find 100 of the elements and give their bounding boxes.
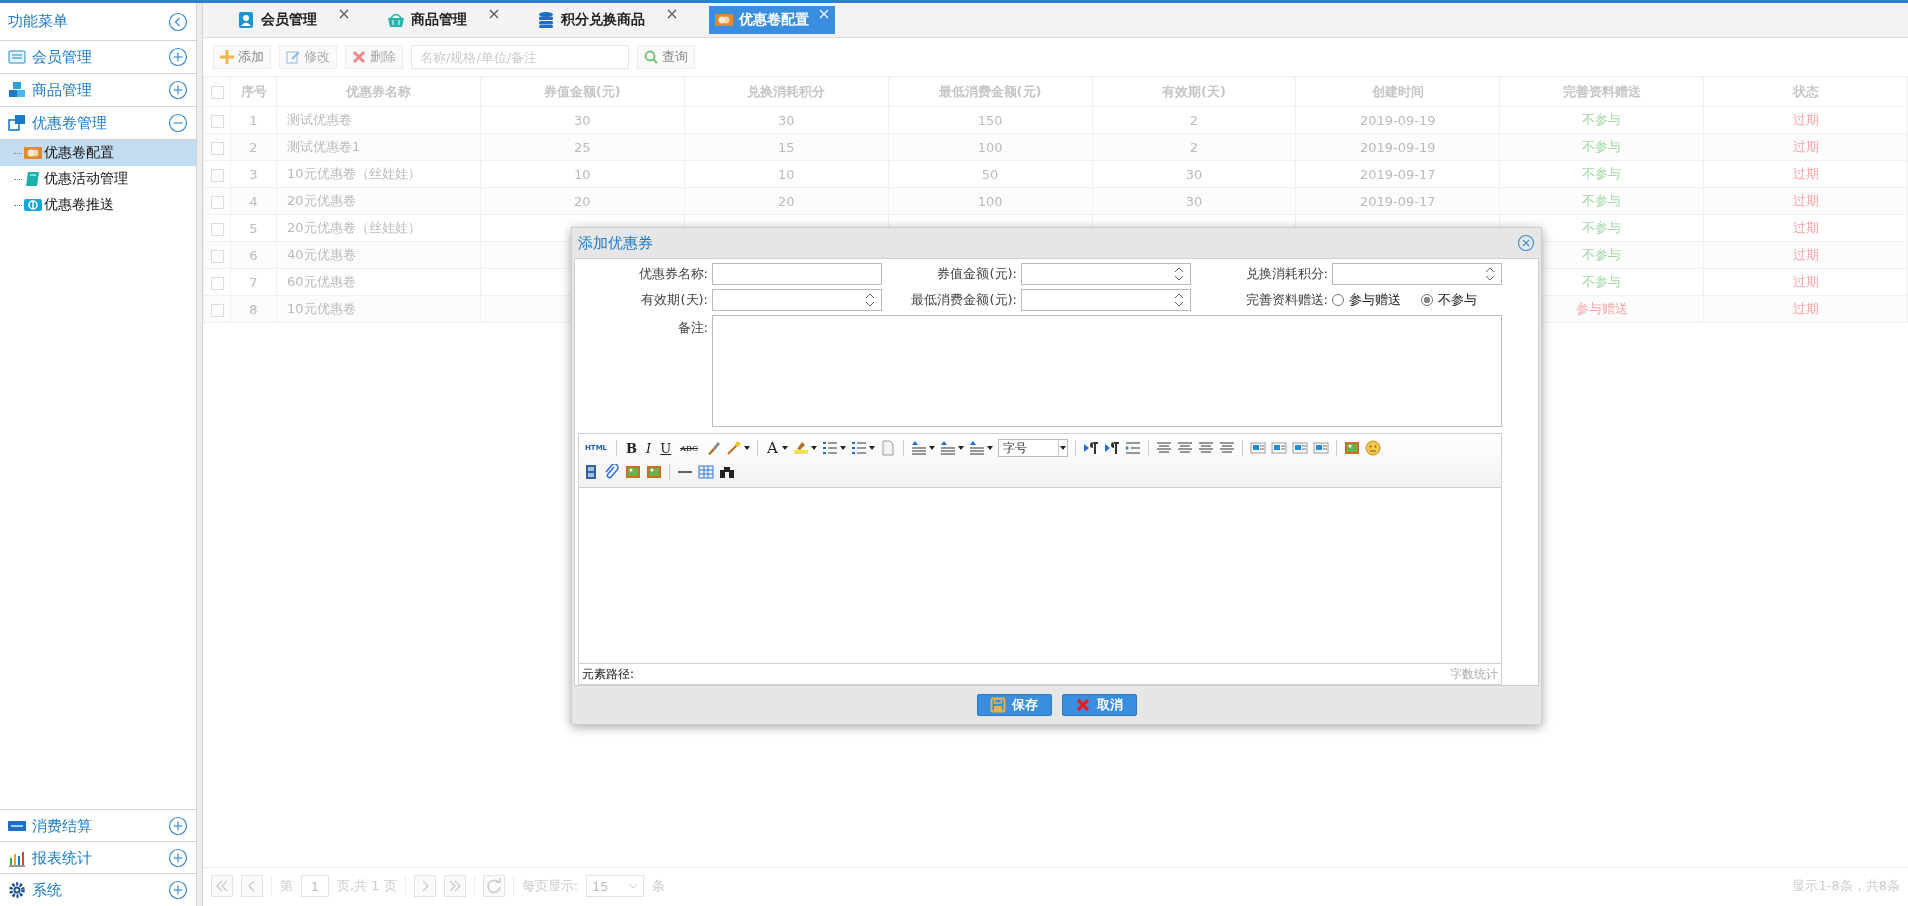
expand-icon[interactable] <box>168 816 188 836</box>
align-right-icon[interactable] <box>1197 440 1214 456</box>
magic-wand-icon[interactable] <box>726 440 743 456</box>
query-button[interactable]: 查询 <box>637 45 695 69</box>
close-icon[interactable] <box>339 9 349 19</box>
image-none-icon[interactable] <box>1270 440 1287 456</box>
radio-option[interactable]: 不参与 <box>1421 291 1477 309</box>
sidebar-item[interactable]: 优惠卷配置 <box>0 140 196 166</box>
row-checkbox[interactable] <box>210 276 224 290</box>
sidebar-group[interactable]: 商品管理 <box>0 74 196 107</box>
paperclip-icon[interactable] <box>604 464 620 480</box>
number-field[interactable] <box>712 289 882 311</box>
expand-icon[interactable] <box>168 880 188 900</box>
rtl-icon[interactable] <box>1103 440 1120 456</box>
row-checkbox[interactable] <box>210 222 224 236</box>
space-above-icon[interactable] <box>910 440 927 456</box>
row-checkbox[interactable] <box>210 114 224 128</box>
table-cell: 6 <box>249 247 258 263</box>
toolbar-button[interactable]: ABC <box>678 443 701 453</box>
highlighter-icon[interactable] <box>792 440 809 456</box>
row-checkbox[interactable] <box>210 303 224 317</box>
sidebar-item[interactable]: 优惠活动管理 <box>0 166 196 192</box>
table-cell: 8 <box>249 301 258 317</box>
tab[interactable]: 优惠卷配置 <box>709 6 835 34</box>
sidebar-group[interactable]: 报表统计 <box>0 841 196 874</box>
element-path-label: 元素路径: <box>582 665 635 683</box>
picture-icon[interactable] <box>625 464 641 480</box>
caret-icon[interactable] <box>957 446 964 450</box>
close-icon[interactable] <box>667 9 677 19</box>
cancel-button[interactable]: 取消 <box>1061 694 1137 716</box>
image-center-icon[interactable] <box>1312 440 1329 456</box>
caret-icon[interactable] <box>744 446 751 450</box>
table-cell: 100 <box>977 139 1003 155</box>
font-size-select[interactable]: 字号 <box>997 439 1068 457</box>
tab[interactable]: 积分兑换商品 <box>531 6 683 34</box>
ordered-list-icon[interactable] <box>821 440 838 456</box>
text-field[interactable] <box>712 263 882 285</box>
toolbar-button[interactable]: A <box>765 439 780 457</box>
caret-icon[interactable] <box>986 446 993 450</box>
tab[interactable]: 商品管理 <box>381 6 505 34</box>
radio-option[interactable]: 参与赠送 <box>1332 291 1401 309</box>
expand-icon[interactable] <box>168 848 188 868</box>
spinner-icon[interactable] <box>1174 266 1184 282</box>
table-cell: 不参与 <box>1582 220 1622 235</box>
binoculars-icon[interactable] <box>719 464 735 480</box>
collapse-icon[interactable] <box>168 113 188 133</box>
caret-icon[interactable] <box>839 446 846 450</box>
table-cell: 1 <box>249 112 258 128</box>
brush-icon[interactable] <box>705 440 722 456</box>
align-justify-icon[interactable] <box>1218 440 1235 456</box>
number-field[interactable] <box>1021 289 1191 311</box>
expand-icon[interactable] <box>168 80 188 100</box>
table-cell: 150 <box>977 112 1003 128</box>
toolbar-button[interactable]: I <box>644 440 654 456</box>
save-button[interactable]: 保存 <box>976 694 1052 716</box>
sidebar-group[interactable]: 会员管理 <box>0 41 196 74</box>
toolbar-button[interactable]: B <box>624 440 640 456</box>
number-field[interactable] <box>1021 263 1191 285</box>
toolbar-button[interactable]: 添加 <box>213 45 271 69</box>
image-icon[interactable] <box>1343 440 1360 456</box>
table-cell: 25 <box>574 139 591 155</box>
tab[interactable]: 会员管理 <box>231 6 355 34</box>
bullet-list-icon[interactable] <box>850 440 867 456</box>
collapse-sidebar-icon[interactable] <box>168 11 188 32</box>
table-cell: 5 <box>249 220 258 236</box>
table-cell: 过期 <box>1792 139 1819 154</box>
caret-icon[interactable] <box>928 446 935 450</box>
close-icon[interactable] <box>1517 234 1535 252</box>
sidebar-group[interactable]: 消费结算 <box>0 809 196 842</box>
close-icon[interactable] <box>489 9 499 19</box>
table-icon[interactable] <box>698 464 714 480</box>
spinner-icon[interactable] <box>865 292 875 308</box>
align-center-icon[interactable] <box>1176 440 1193 456</box>
caret-icon[interactable] <box>1059 446 1066 450</box>
caret-icon[interactable] <box>781 446 788 450</box>
caret-icon[interactable] <box>868 446 875 450</box>
film-icon[interactable] <box>583 464 599 480</box>
row-checkbox[interactable] <box>210 195 224 209</box>
image-left-icon[interactable] <box>1249 440 1266 456</box>
sidebar-group[interactable]: 系统 <box>0 873 196 906</box>
row-checkbox[interactable] <box>210 249 224 263</box>
ltr-icon[interactable] <box>1082 440 1099 456</box>
gallery-icon[interactable] <box>646 464 662 480</box>
spinner-icon[interactable] <box>1174 292 1184 308</box>
row-checkbox[interactable] <box>210 141 224 155</box>
line-height-icon[interactable] <box>968 440 985 456</box>
smiley-icon[interactable] <box>1364 440 1381 456</box>
sidebar-item[interactable]: 优惠卷推送 <box>0 192 196 218</box>
space-below-icon[interactable] <box>939 440 956 456</box>
number-field[interactable] <box>1332 263 1502 285</box>
table-cell: 过期 <box>1792 166 1819 181</box>
expand-icon[interactable] <box>168 47 188 67</box>
remark-field[interactable] <box>712 315 1502 427</box>
select-all-checkbox[interactable] <box>210 86 224 99</box>
align-left-icon[interactable] <box>1155 440 1172 456</box>
caret-icon[interactable] <box>810 446 817 450</box>
image-right-icon[interactable] <box>1291 440 1308 456</box>
toolbar-button[interactable]: U <box>658 440 674 456</box>
row-checkbox[interactable] <box>210 168 224 182</box>
spinner-icon[interactable] <box>1485 266 1495 282</box>
